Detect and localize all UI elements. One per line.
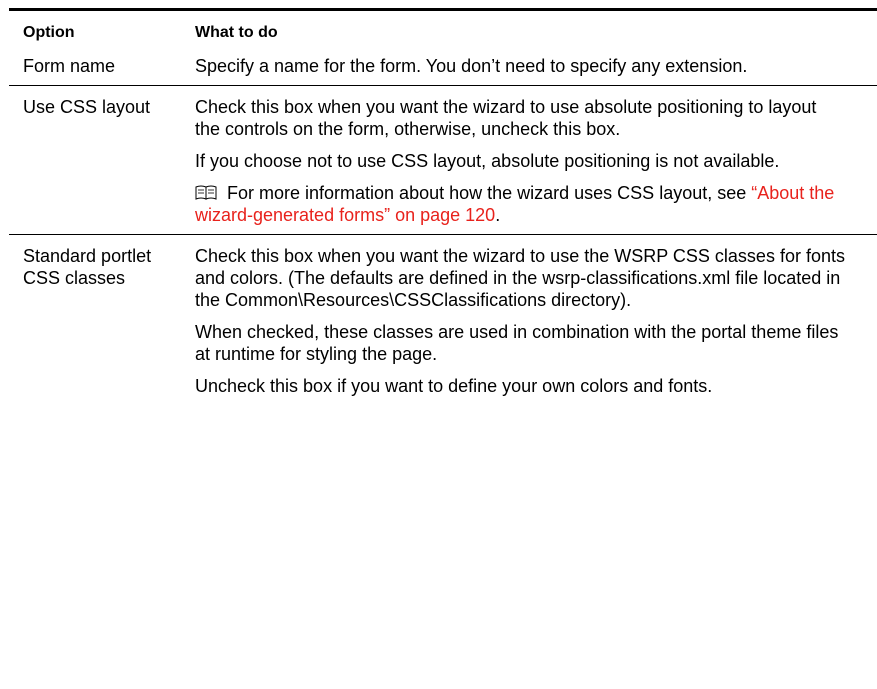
options-table: Option What to do Form name Specify a na… (9, 0, 877, 405)
option-use-css-layout: Use CSS layout (23, 97, 151, 117)
note-paragraph: For more information about how the wizar… (195, 182, 845, 226)
description-form-name: Specify a name for the form. You don’t n… (195, 55, 855, 77)
table-row-standard-portlet-css: Standard portlet CSS classes Check this … (9, 235, 877, 405)
book-icon (195, 184, 217, 200)
table-row-use-css-layout: Use CSS layout Check this box when you w… (9, 86, 877, 234)
table-row-form-name: Form name Specify a name for the form. Y… (9, 53, 877, 85)
option-standard-portlet-css-classes: Standard portlet CSS classes (23, 246, 152, 288)
paragraph: Specify a name for the form. You don’t n… (195, 56, 748, 76)
paragraph: If you choose not to use CSS layout, abs… (195, 151, 780, 171)
description-standard-portlet-css-classes: Check this box when you want the wizard … (195, 245, 855, 397)
table-header-row: Option What to do (9, 11, 877, 53)
header-option: Option (23, 24, 75, 41)
note-text-before: For more information about how the wizar… (227, 183, 752, 203)
paragraph: Check this box when you want the wizard … (195, 97, 817, 139)
paragraph: Check this box when you want the wizard … (195, 246, 845, 310)
paragraph: When checked, these classes are used in … (195, 322, 839, 364)
paragraph: Uncheck this box if you want to define y… (195, 376, 713, 396)
option-form-name: Form name (23, 56, 116, 76)
note-text-after: . (495, 205, 501, 225)
header-what-to-do: What to do (195, 24, 278, 41)
description-use-css-layout: Check this box when you want the wizard … (195, 96, 855, 226)
